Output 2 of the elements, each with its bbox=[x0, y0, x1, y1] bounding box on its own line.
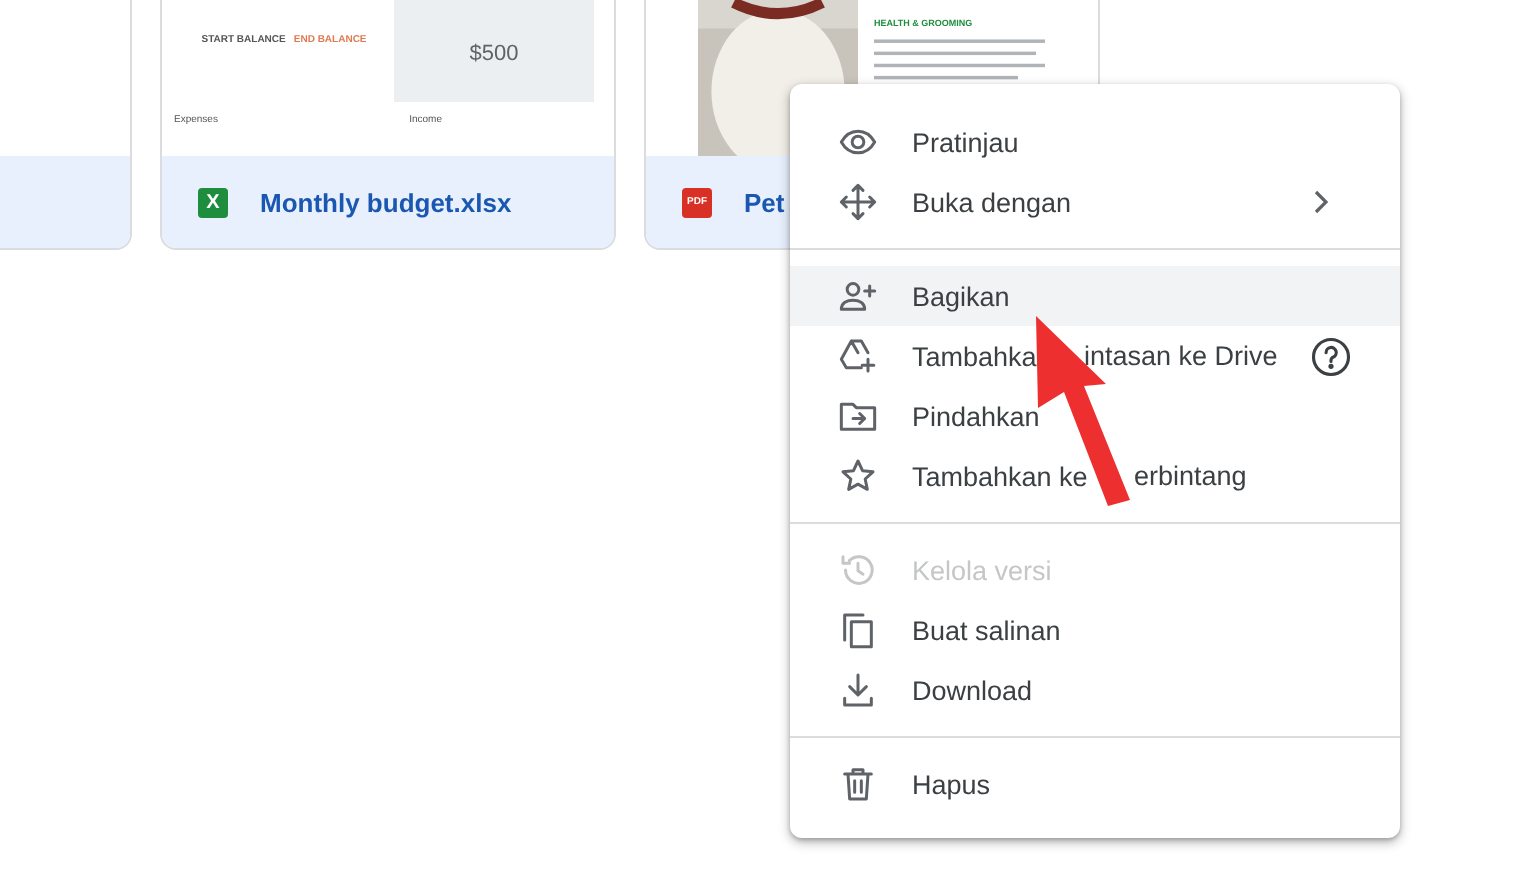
spreadsheet-icon: X bbox=[198, 187, 228, 217]
thumbnail-amount: $500 bbox=[469, 42, 519, 66]
